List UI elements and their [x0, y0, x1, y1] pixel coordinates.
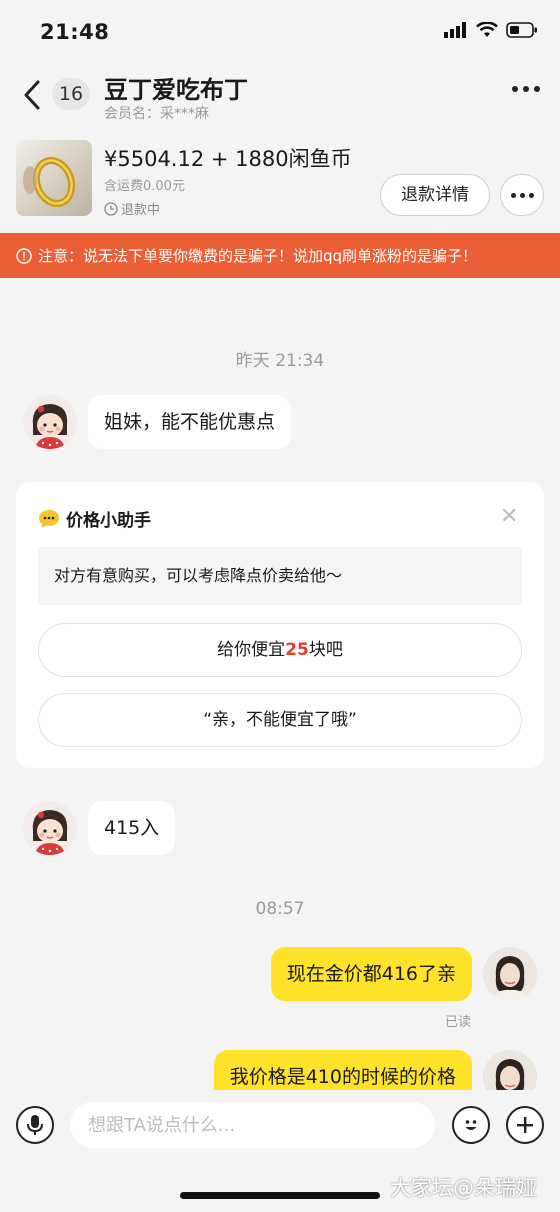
close-icon[interactable]: ✕: [500, 504, 518, 529]
emoji-button[interactable]: [452, 1106, 490, 1144]
refund-status: 退款中: [104, 199, 160, 218]
incoming-message[interactable]: 姐妹，能不能优惠点: [88, 395, 292, 449]
message-timestamp: 昨天 21:34: [235, 351, 325, 371]
status-time: 21:48: [40, 20, 110, 44]
refund-status-label: 退款中: [121, 203, 161, 218]
voice-button[interactable]: [16, 1106, 54, 1144]
quick-reply-suffix: 块吧: [308, 640, 343, 660]
unread-count-badge[interactable]: 16: [52, 78, 90, 110]
add-attachment-button[interactable]: [506, 1106, 544, 1144]
status-icons: [444, 22, 538, 38]
signal-icon: [444, 22, 466, 38]
cartoon-girl-avatar: [32, 810, 68, 855]
seller-avatar[interactable]: [483, 947, 537, 1001]
read-receipt: 已读: [445, 1015, 472, 1030]
helper-hint: 对方有意购买，可以考虑降点价卖给他～: [38, 547, 522, 605]
smiley-icon: [465, 1120, 477, 1130]
microphone-icon: [27, 1115, 43, 1135]
clock-icon: [104, 201, 118, 216]
message-timestamp: 08:57: [255, 899, 305, 919]
chat-bubble-icon: [39, 509, 59, 528]
product-more-button[interactable]: [500, 174, 544, 216]
quick-reply-prefix: 给你便宜: [217, 640, 286, 660]
buyer-avatar[interactable]: [23, 395, 77, 449]
chevron-left-icon: [24, 80, 40, 110]
refund-details-button[interactable]: 退款详情: [380, 174, 490, 216]
quick-reply-no-discount[interactable]: “亲，不能便宜了哦”: [38, 693, 522, 747]
helper-title-text: 价格小助手: [66, 511, 151, 531]
shipping-fee: 含运费0.00元: [104, 179, 185, 194]
member-name: 会员名：采***麻: [104, 106, 209, 122]
incoming-message[interactable]: 415入: [88, 801, 176, 855]
message-input[interactable]: [70, 1102, 435, 1148]
outgoing-message[interactable]: 现在金价都416了亲: [270, 947, 472, 1001]
warning-text: 注意：说无法下单要你缴费的是骗子！说加qq刷单涨粉的是骗子！: [38, 247, 478, 265]
buyer-avatar[interactable]: [23, 801, 77, 855]
quick-reply-discount[interactable]: 给你便宜25块吧: [38, 623, 522, 677]
gold-bracelet-image: [23, 157, 76, 207]
scam-warning-banner: 注意：说无法下单要你缴费的是骗子！说加qq刷单涨粉的是骗子！: [0, 233, 560, 278]
wifi-icon: [476, 22, 498, 37]
discount-amount: 25: [285, 640, 309, 660]
back-button[interactable]: [22, 80, 42, 114]
cartoon-girl-avatar: [32, 404, 68, 449]
product-thumbnail[interactable]: [16, 140, 92, 216]
price-helper-title: 价格小助手: [38, 506, 151, 531]
woman-photo-avatar: [483, 947, 537, 1001]
product-price: ¥5504.12 + 1880闲鱼币: [104, 147, 352, 171]
warning-info-icon: [16, 247, 32, 264]
home-indicator[interactable]: [180, 1192, 380, 1199]
battery-icon: [506, 22, 537, 38]
chat-title: 豆丁爱吃布丁: [104, 76, 248, 104]
more-options-button[interactable]: [512, 86, 540, 92]
plus-icon: [517, 1117, 533, 1133]
forum-watermark: 大家坛@朵瑞娅: [390, 1176, 537, 1200]
